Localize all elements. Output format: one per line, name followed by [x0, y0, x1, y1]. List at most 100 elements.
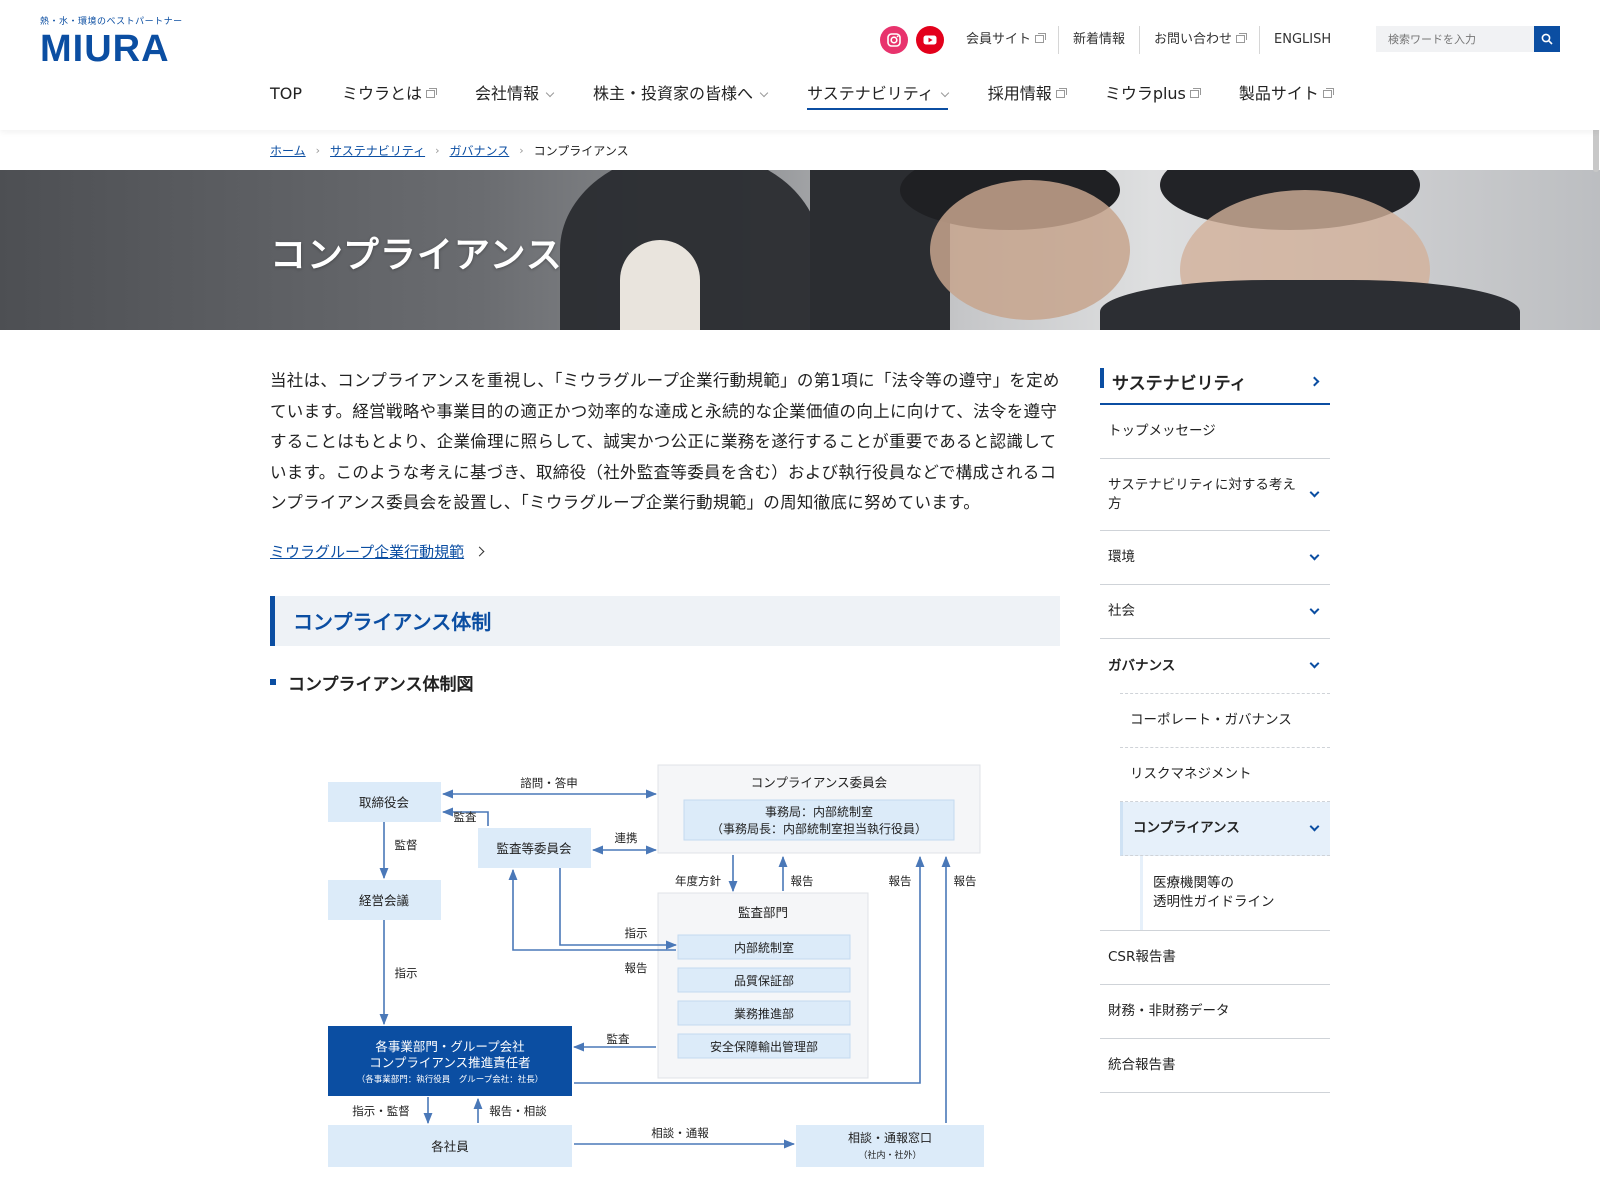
chevron-down-icon	[545, 88, 555, 98]
member-site-link[interactable]: 会員サイト	[952, 26, 1060, 54]
promoter-line-3: （各事業部門：執行役員 グループ会社：社長）	[357, 1074, 544, 1085]
news-link[interactable]: 新着情報	[1059, 26, 1141, 54]
sidebar-item-csr-report[interactable]: CSR報告書	[1100, 931, 1330, 985]
label-report-committee: 報告	[791, 874, 814, 888]
dept-label-4: 安全保障輸出管理部	[710, 1039, 818, 1054]
breadcrumb-home[interactable]: ホーム	[270, 142, 306, 159]
compliance-submenu: 医療機関等の 透明性ガイドライン	[1140, 856, 1330, 930]
sidebar-item-risk-management[interactable]: リスクマネジメント	[1120, 748, 1330, 802]
chevron-down-icon	[1309, 821, 1320, 831]
compliance-structure-diagram: 取締役会 コンプライアンス委員会 事務局：内部統制室 （事務局長：内部統制室担当…	[328, 764, 984, 1167]
dept-label-3: 業務推進部	[734, 1006, 794, 1021]
label-audit-board: 監査	[454, 810, 477, 824]
breadcrumb-governance[interactable]: ガバナンス	[450, 142, 510, 159]
search-input[interactable]	[1376, 26, 1534, 52]
utility-nav: 会員サイト 新着情報 お問い合わせ ENGLISH	[880, 26, 1345, 54]
section-heading: コンプライアンス体制	[270, 595, 1060, 646]
sidebar-nav: サステナビリティ トップメッセージ サステナビリティに対する考え方 環境 社会 …	[1100, 360, 1330, 1093]
sidebar-item-society[interactable]: 社会	[1100, 585, 1330, 639]
global-nav: TOP ミウラとは 会社情報 株主・投資家の皆様へ サステナビリティ 採用情報 …	[270, 80, 1372, 114]
employees-label: 各社員	[431, 1139, 469, 1154]
nav-company[interactable]: 会社情報	[475, 80, 555, 114]
nav-recruit[interactable]: 採用情報	[988, 80, 1067, 114]
sidebar-item-corporate-governance[interactable]: コーポレート・ガバナンス	[1120, 694, 1330, 748]
label-annual-policy: 年度方針	[675, 874, 721, 888]
external-link-icon	[1322, 87, 1334, 98]
search-button[interactable]	[1534, 26, 1560, 52]
sidebar-item-governance[interactable]: ガバナンス	[1100, 639, 1330, 693]
search-icon	[1541, 33, 1553, 45]
label-report-hotline: 報告	[954, 874, 977, 888]
label-report-consult: 報告・相談	[489, 1104, 547, 1118]
chevron-down-icon	[940, 88, 950, 98]
board-label: 取締役会	[359, 795, 410, 810]
external-link-icon	[1055, 87, 1067, 98]
sidebar-item-transparency-guideline[interactable]: 医療機関等の 透明性ガイドライン	[1143, 856, 1330, 930]
sidebar-item-financial-data[interactable]: 財務・非財務データ	[1100, 985, 1330, 1039]
instagram-icon[interactable]	[880, 26, 908, 54]
label-instruct-audit: 指示	[625, 926, 648, 940]
breadcrumb-separator-icon: ›	[435, 144, 440, 157]
nav-investors[interactable]: 株主・投資家の皆様へ	[593, 80, 769, 114]
secretariat-line-1: 事務局：内部統制室	[765, 804, 873, 819]
breadcrumb-sustainability[interactable]: サステナビリティ	[330, 142, 425, 159]
breadcrumb: ホーム › サステナビリティ › ガバナンス › コンプライアンス	[270, 142, 629, 159]
main-content: 当社は、コンプライアンスを重視し、「ミウラグループ企業行動規範」の第1項に「法令…	[270, 366, 1060, 695]
label-consult-report: 相談・通報	[651, 1126, 709, 1140]
nav-products[interactable]: 製品サイト	[1239, 80, 1334, 114]
logo[interactable]: 熱・水・環境のベストパートナー MIURA	[40, 14, 200, 69]
nav-about[interactable]: ミウラとは	[342, 80, 438, 114]
nav-top[interactable]: TOP	[270, 80, 302, 114]
chevron-down-icon	[1309, 550, 1320, 560]
chevron-down-icon	[1309, 658, 1320, 669]
governance-submenu: コーポレート・ガバナンス リスクマネジメント コンプライアンス 医療機関等の 透明…	[1120, 693, 1330, 930]
breadcrumb-separator-icon: ›	[519, 144, 524, 157]
sidebar-item-integrated-report[interactable]: 統合報告書	[1100, 1039, 1330, 1093]
breadcrumb-current: コンプライアンス	[533, 144, 629, 158]
sidebar-item-environment[interactable]: 環境	[1100, 531, 1330, 585]
hero-banner: コンプライアンス	[0, 170, 1600, 330]
sidebar-item-top-message[interactable]: トップメッセージ	[1100, 405, 1330, 459]
english-link[interactable]: ENGLISH	[1260, 26, 1345, 54]
label-instruct-mgmt: 指示	[395, 966, 418, 980]
chevron-down-icon	[1309, 604, 1320, 614]
dept-label-2: 品質保証部	[734, 973, 794, 988]
chevron-down-icon	[1309, 487, 1320, 497]
audit-committee-label: 監査等委員会	[496, 841, 572, 856]
chevron-right-icon	[474, 546, 485, 556]
chevron-down-icon	[759, 88, 769, 98]
label-supervise: 監督	[395, 838, 418, 852]
audit-dept-label: 監査部門	[738, 905, 788, 920]
breadcrumb-separator-icon: ›	[315, 144, 321, 157]
nav-miura-plus[interactable]: ミウラplus	[1105, 80, 1201, 114]
contact-link[interactable]: お問い合わせ	[1140, 26, 1261, 54]
sidebar-item-approach[interactable]: サステナビリティに対する考え方	[1100, 459, 1330, 531]
subsection-heading: コンプライアンス体制図	[270, 670, 1060, 695]
label-consult-answer: 諮問・答申	[520, 776, 578, 790]
committee-label: コンプライアンス委員会	[751, 775, 888, 790]
page-title: コンプライアンス	[270, 235, 563, 276]
secretariat-line-2: （事務局長：内部統制室担当執行役員）	[711, 821, 927, 836]
promoter-line-2: コンプライアンス推進責任者	[369, 1055, 530, 1070]
code-of-conduct-link[interactable]: ミウラグループ企業行動規範	[270, 541, 1060, 562]
scrollbar[interactable]	[1592, 0, 1600, 1200]
label-report-promoter: 報告	[889, 874, 912, 888]
label-cooperate: 連携	[615, 831, 638, 845]
dept-label-1: 内部統制室	[734, 940, 794, 955]
hotline-line-2: （社内・社外）	[858, 1149, 921, 1161]
management-meeting-label: 経営会議	[359, 893, 410, 908]
chevron-right-icon	[1309, 376, 1320, 387]
external-link-icon	[1035, 32, 1047, 43]
sidebar-item-compliance[interactable]: コンプライアンス	[1120, 802, 1330, 856]
promoter-line-1: 各事業部門・グループ会社	[375, 1039, 524, 1054]
sidebar-heading[interactable]: サステナビリティ	[1100, 360, 1330, 405]
external-link-icon	[1189, 87, 1201, 98]
logo-text: MIURA	[40, 28, 170, 70]
site-header: 熱・水・環境のベストパートナー MIURA 会員サイト 新着情報 お問い合わせ …	[0, 0, 1600, 130]
intro-paragraph: 当社は、コンプライアンスを重視し、「ミウラグループ企業行動規範」の第1項に「法令…	[270, 371, 1060, 512]
hotline-line-1: 相談・通報窓口	[848, 1130, 932, 1145]
sidebar-bottom-group: CSR報告書 財務・非財務データ 統合報告書	[1100, 930, 1330, 1093]
external-link-icon	[426, 87, 438, 98]
nav-sustainability[interactable]: サステナビリティ	[807, 80, 950, 114]
youtube-icon[interactable]	[916, 26, 944, 54]
